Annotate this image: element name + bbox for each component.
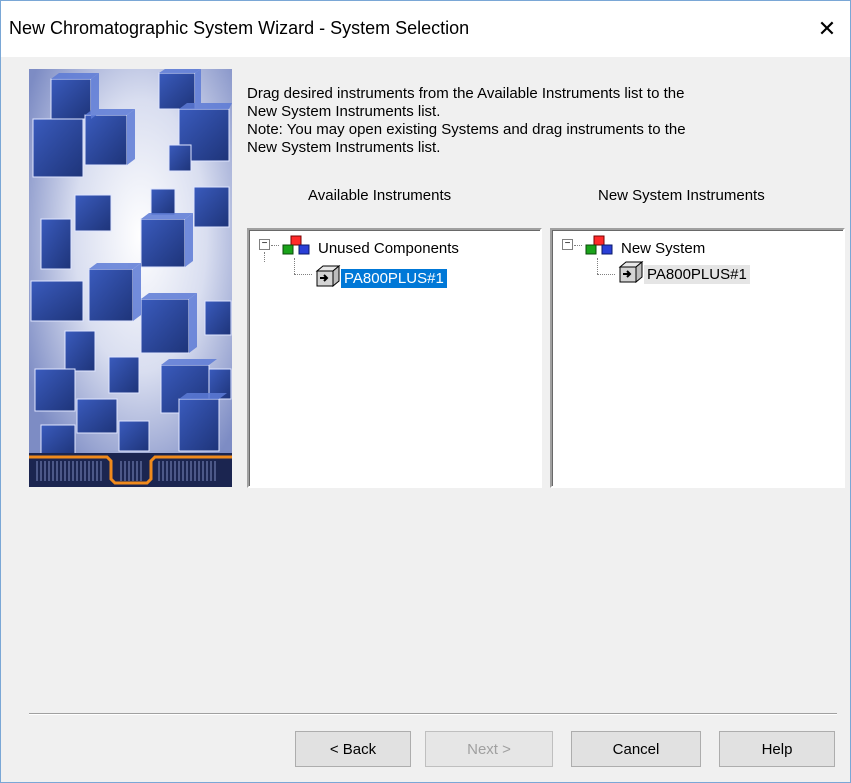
new-system-instruments-tree[interactable]: − New System PA800PLUS#1 [550,228,845,488]
tree-node-label: Unused Components [318,239,459,257]
collapse-toggle[interactable]: − [562,239,573,250]
tree-connector [294,258,295,274]
tree-connector [597,274,615,275]
available-instruments-header: Available Instruments [308,187,452,204]
tree-connector [294,274,312,275]
instructions-text: Drag desired instruments from the Availa… [247,85,837,157]
cancel-button[interactable]: Cancel [571,731,701,767]
tree-connector [597,258,598,274]
next-button[interactable]: Next > [425,731,553,767]
available-instruments-tree[interactable]: − Unused Components PA800PLUS#1 [247,228,542,488]
tree-connector [574,245,582,246]
instruction-line: New System Instruments list. [247,103,441,120]
tree-node-new-system[interactable]: New System [584,235,708,261]
separator [29,713,837,715]
instrument-icon [616,260,644,287]
title-bar[interactable]: New Chromatographic System Wizard - Syst… [1,1,850,57]
tree-connector [271,245,279,246]
wizard-window: New Chromatographic System Wizard - Syst… [0,0,851,783]
wizard-side-image [29,69,232,487]
tree-node-pa800plus[interactable]: PA800PLUS#1 [616,260,750,287]
instruction-line: Note: You may open existing Systems and … [247,121,686,138]
help-button[interactable]: Help [719,731,835,767]
collapse-toggle[interactable]: − [259,239,270,250]
instruction-line: New System Instruments list. [247,139,441,156]
window-title: New Chromatographic System Wizard - Syst… [9,18,470,38]
instruction-line: Drag desired instruments from the Availa… [247,85,685,102]
new-system-instruments-header: New System Instruments [598,187,765,204]
back-button[interactable]: < Back [295,731,411,767]
tree-node-label: New System [621,239,706,257]
tree-node-label: PA800PLUS#1 [340,267,448,289]
close-icon[interactable]: ✕ [804,1,850,57]
tree-node-label: PA800PLUS#1 [644,264,750,284]
system-icon [584,235,618,261]
system-icon [281,235,315,261]
tree-node-unused-components[interactable]: Unused Components [281,235,462,261]
tree-node-pa800plus[interactable]: PA800PLUS#1 [313,264,448,291]
instrument-icon [313,264,341,291]
tree-connector [264,252,265,262]
